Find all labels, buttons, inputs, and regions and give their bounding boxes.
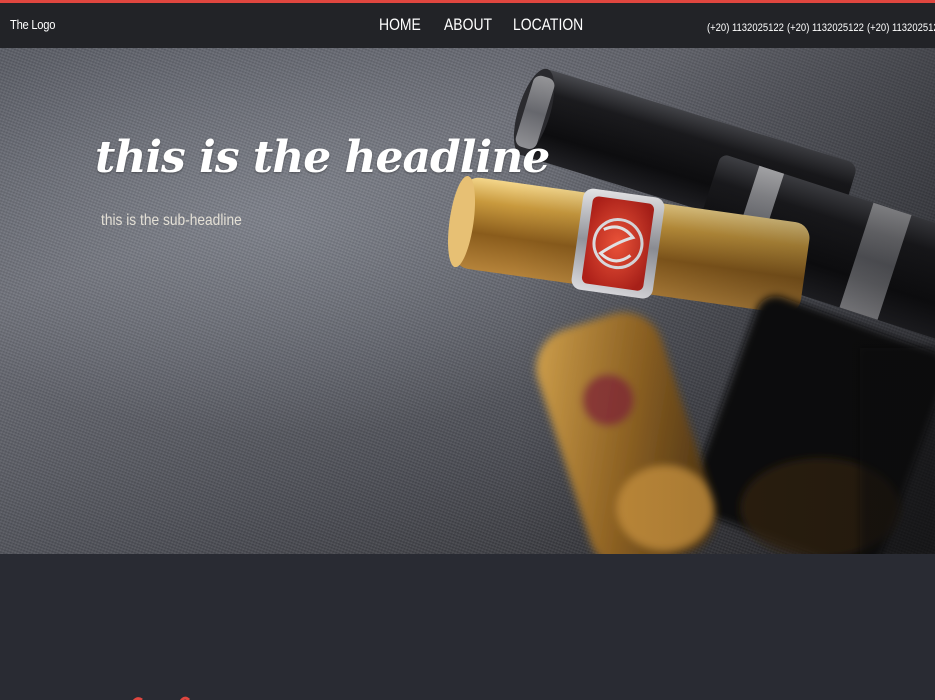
nav-home[interactable]: HOME [379, 15, 421, 35]
phone-list: (+20) 1132025122 (+20) 1132025122 (+20) … [707, 22, 935, 34]
phone-number[interactable]: (+20) 1132025122 [867, 22, 935, 34]
logo-link[interactable]: The Logo [10, 17, 55, 32]
hero-subheadline: this is the sub-headline [101, 212, 242, 229]
phone-number[interactable]: (+20) 1132025122 [787, 22, 864, 34]
hero-shade [0, 48, 935, 554]
section-heading-peek [132, 696, 191, 700]
main-nav: HOME ABOUT LOCATION [379, 15, 620, 35]
phone-number[interactable]: (+20) 1132025122 [707, 22, 784, 34]
navbar: The Logo HOME ABOUT LOCATION (+20) 11320… [0, 3, 935, 48]
nav-location[interactable]: LOCATION [513, 15, 583, 35]
page: The Logo HOME ABOUT LOCATION (+20) 11320… [0, 0, 935, 700]
hero-banner: this is the headline this is the sub-hea… [0, 48, 935, 554]
content-section [0, 554, 935, 700]
hero-headline: this is the headline [95, 132, 550, 183]
nav-about[interactable]: ABOUT [444, 15, 492, 35]
